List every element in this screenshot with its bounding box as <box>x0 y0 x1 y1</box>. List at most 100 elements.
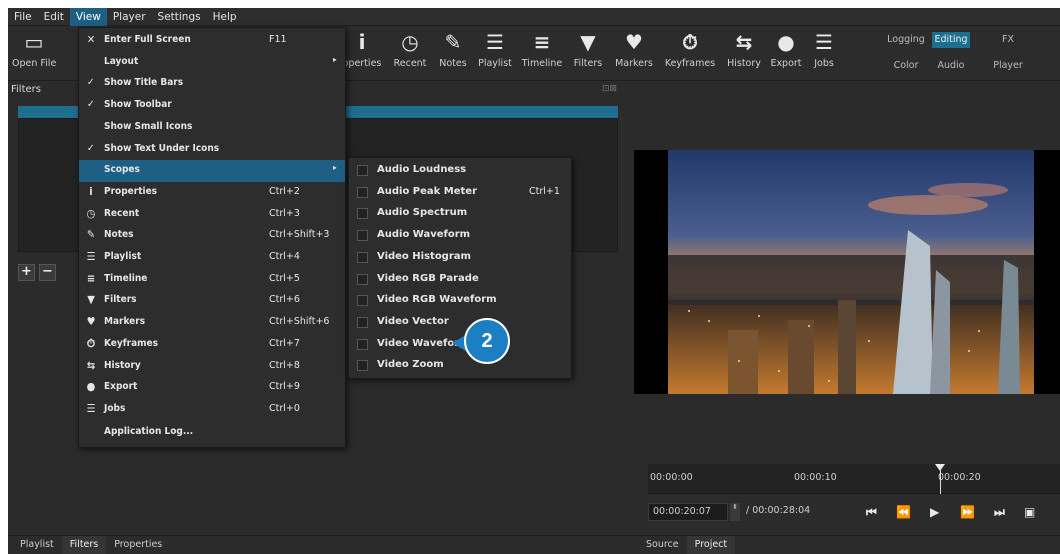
history-button[interactable]: ⇆ History <box>724 26 764 81</box>
menu-item-keyframes[interactable]: ⏱ Keyframes Ctrl+7 <box>79 334 345 356</box>
play-icon[interactable]: ▶ <box>930 505 939 519</box>
jobs-label: Jobs <box>814 58 834 69</box>
player-panel: 00:00:00 00:00:10 00:00:20 00:00:20:07 ⬍… <box>634 82 1060 536</box>
scope-checkbox[interactable] <box>357 360 368 372</box>
skip-to-end-icon[interactable]: ⏭ <box>994 505 1005 520</box>
scope-checkbox[interactable] <box>357 230 368 242</box>
menu-item-timeline[interactable]: ≡ Timeline Ctrl+5 <box>79 269 345 291</box>
recent-button[interactable]: ◷ Recent <box>392 26 428 81</box>
playlist-button[interactable]: ☰ Playlist <box>476 26 514 81</box>
menu-item-shortcut: Ctrl+7 <box>269 337 300 349</box>
menu-settings[interactable]: Settings <box>152 8 207 26</box>
markers-button[interactable]: ♥ Markers <box>612 26 656 81</box>
menu-view[interactable]: View <box>69 8 107 26</box>
menu-item-label: History <box>104 359 141 371</box>
menu-edit[interactable]: Edit <box>38 8 70 26</box>
fast-forward-icon[interactable]: ⏩ <box>960 505 975 519</box>
keyframes-button[interactable]: ⏱ Keyframes <box>662 26 718 81</box>
menu-item-show-toolbar[interactable]: ✓ Show Toolbar <box>79 95 345 117</box>
filters-button[interactable]: ▼ Filters <box>570 26 606 81</box>
menu-item-enter-full-screen[interactable]: ✕ Enter Full Screen F11 <box>79 30 345 52</box>
current-timecode-field[interactable]: 00:00:20:07 <box>648 503 728 521</box>
menu-item-label: Keyframes <box>104 337 159 349</box>
timeline-ruler[interactable]: 00:00:00 00:00:10 00:00:20 <box>648 464 1060 494</box>
menu-item-history[interactable]: ⇆ History Ctrl+8 <box>79 356 345 378</box>
scope-video-rgb-waveform[interactable]: Video RGB Waveform <box>349 290 571 312</box>
video-viewer[interactable] <box>634 150 1060 394</box>
clock-icon: ◷ <box>401 30 419 54</box>
properties-label: operties <box>342 58 382 69</box>
tab-filters[interactable]: Filters <box>61 536 107 554</box>
scope-audio-waveform[interactable]: Audio Waveform <box>349 225 571 247</box>
notes-icon: ✎ <box>86 228 96 242</box>
menu-item-show-text-under-icons[interactable]: ✓ Show Text Under Icons <box>79 139 345 161</box>
open-file-button[interactable]: ▭ Open File <box>12 26 56 81</box>
menu-item-show-title-bars[interactable]: ✓ Show Title Bars <box>79 73 345 95</box>
stopwatch-icon: ⏱ <box>86 336 96 350</box>
menu-item-application-log[interactable]: Application Log... <box>79 422 345 444</box>
export-button[interactable]: ● Export <box>768 26 804 81</box>
scope-video-vector[interactable]: Video Vector <box>349 312 571 334</box>
menu-item-recent[interactable]: ◷ Recent Ctrl+3 <box>79 204 345 226</box>
menu-item-jobs[interactable]: ☰ Jobs Ctrl+0 <box>79 399 345 421</box>
checkmark-icon: ✓ <box>87 77 95 89</box>
menu-item-properties[interactable]: i Properties Ctrl+2 <box>79 182 345 204</box>
step-callout-badge: 2 <box>464 318 510 364</box>
menu-item-show-small-icons[interactable]: Show Small Icons <box>79 117 345 139</box>
scope-audio-loudness[interactable]: Audio Loudness <box>349 160 571 182</box>
menu-item-layout[interactable]: Layout ▸ <box>79 52 345 74</box>
workspace-logging[interactable]: Logging <box>884 32 928 48</box>
scope-checkbox[interactable] <box>357 338 368 350</box>
properties-button[interactable]: i operties <box>341 26 383 81</box>
jobs-button[interactable]: ☰ Jobs <box>810 26 838 81</box>
scope-checkbox[interactable] <box>357 273 368 285</box>
timeline-icon: ≡ <box>533 30 551 54</box>
menu-item-export[interactable]: ● Export Ctrl+9 <box>79 377 345 399</box>
workspace-editing[interactable]: Editing <box>932 32 970 48</box>
tab-properties[interactable]: Properties <box>106 536 171 554</box>
scope-checkbox[interactable] <box>357 186 368 198</box>
timeline-button[interactable]: ≡ Timeline <box>520 26 564 81</box>
menu-item-playlist[interactable]: ☰ Playlist Ctrl+4 <box>79 247 345 269</box>
tab-playlist[interactable]: Playlist <box>12 536 62 554</box>
scope-audio-peak-meter[interactable]: Audio Peak Meter Ctrl+1 <box>349 182 571 204</box>
scope-checkbox[interactable] <box>357 165 368 176</box>
timecode-spinner[interactable]: ⬍ <box>730 503 740 521</box>
marker-icon: ♥ <box>625 30 643 54</box>
menu-file[interactable]: File <box>8 8 38 26</box>
workspace-audio[interactable]: Audio <box>932 58 970 74</box>
workspace-color[interactable]: Color <box>884 58 928 74</box>
remove-filter-button[interactable]: − <box>39 264 56 281</box>
fullscreen-icon: ✕ <box>86 33 96 46</box>
menu-item-shortcut: Ctrl+Shift+6 <box>269 316 330 328</box>
scope-checkbox[interactable] <box>357 208 368 220</box>
menu-item-label: Jobs <box>104 402 126 414</box>
menu-item-filters[interactable]: ▼ Filters Ctrl+6 <box>79 290 345 312</box>
add-filter-button[interactable]: + <box>18 264 35 281</box>
scope-label: Video Vector <box>377 315 449 327</box>
notes-button[interactable]: ✎ Notes <box>436 26 470 81</box>
scope-video-histogram[interactable]: Video Histogram <box>349 247 571 269</box>
tab-project[interactable]: Project <box>686 536 736 554</box>
workspace-fx[interactable]: FX <box>988 32 1028 48</box>
scope-checkbox[interactable] <box>357 316 368 328</box>
scope-label: Audio Peak Meter <box>377 185 478 197</box>
panel-float-close-controls[interactable]: ⊡⊠ <box>602 84 617 94</box>
skip-to-start-icon[interactable]: ⏮ <box>866 505 877 520</box>
tab-source[interactable]: Source <box>638 536 687 554</box>
player-fullscreen-icon[interactable]: ▣ <box>1024 505 1035 519</box>
scope-checkbox[interactable] <box>357 251 368 263</box>
scope-audio-spectrum[interactable]: Audio Spectrum <box>349 203 571 225</box>
scope-video-rgb-parade[interactable]: Video RGB Parade <box>349 269 571 291</box>
menu-player[interactable]: Player <box>107 8 152 26</box>
rewind-icon[interactable]: ⏪ <box>896 505 911 519</box>
menu-item-markers[interactable]: ♥ Markers Ctrl+Shift+6 <box>79 312 345 334</box>
workspace-player[interactable]: Player <box>988 58 1028 74</box>
scope-checkbox[interactable] <box>357 295 368 307</box>
scope-video-zoom[interactable]: Video Zoom <box>349 355 571 377</box>
menu-item-scopes[interactable]: Scopes ▸ <box>79 160 345 182</box>
menu-item-shortcut: Ctrl+8 <box>269 359 300 371</box>
menu-item-notes[interactable]: ✎ Notes Ctrl+Shift+3 <box>79 225 345 247</box>
scope-label: Video RGB Parade <box>377 272 479 284</box>
menu-help[interactable]: Help <box>207 8 243 26</box>
